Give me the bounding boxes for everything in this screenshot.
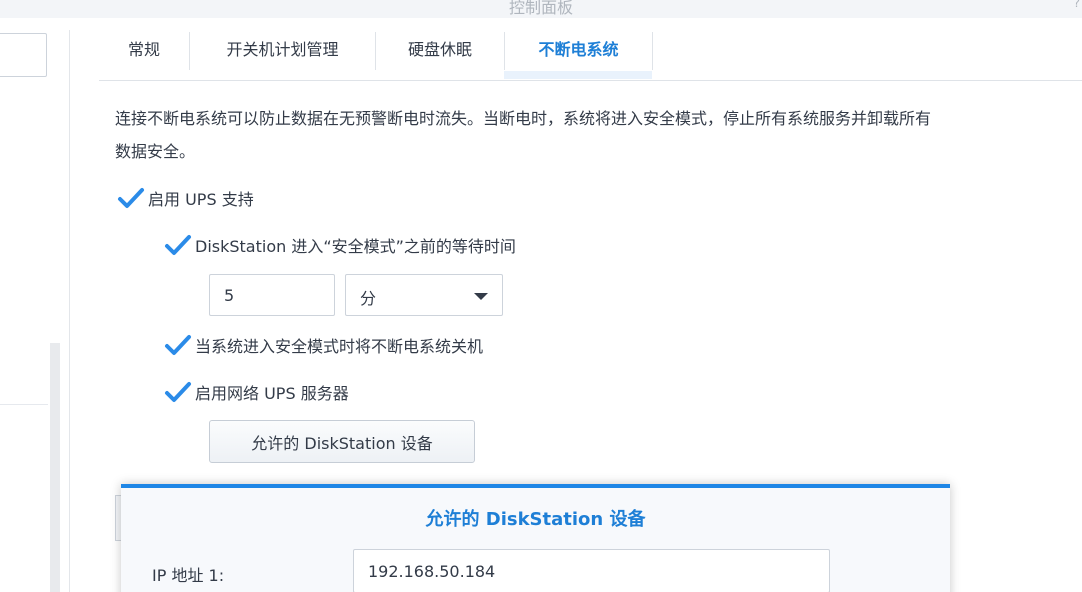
tab-separator (652, 32, 653, 70)
enable-ups-checkbox[interactable]: 启用 UPS 支持 (116, 185, 254, 211)
pane-divider (69, 30, 70, 592)
network-ups-server-checkbox[interactable]: 启用网络 UPS 服务器 (163, 379, 349, 405)
tab-general[interactable]: 常规 (99, 30, 189, 70)
wait-time-unit-select[interactable]: 分 (345, 274, 503, 316)
safe-mode-wait-label: DiskStation 进入“安全模式”之前的等待时间 (195, 237, 516, 256)
checkmark-icon (118, 188, 144, 208)
sidebar-divider (0, 404, 48, 405)
wait-time-unit-value: 分 (360, 289, 377, 308)
ip-address-input[interactable] (353, 549, 830, 592)
shutdown-ups-checkbox[interactable]: 当系统进入安全模式时将不断电系统关机 (163, 332, 483, 358)
checkmark-icon (165, 335, 191, 355)
allowed-devices-dialog: 允许的 DiskStation 设备 IP 地址 1: (121, 484, 950, 592)
active-tab-indicator (504, 71, 652, 79)
allowed-devices-button[interactable]: 允许的 DiskStation 设备 (209, 420, 475, 463)
checkmark-icon (165, 382, 191, 402)
window-title: 控制面板 (508, 0, 573, 17)
shutdown-ups-label: 当系统进入安全模式时将不断电系统关机 (195, 337, 484, 356)
ip-address-label: IP 地址 1: (152, 566, 225, 585)
checkmark-icon (165, 235, 191, 255)
tab-power-schedule[interactable]: 开关机计划管理 (190, 30, 375, 70)
sidebar-search-input[interactable] (0, 33, 47, 77)
wait-time-input[interactable] (209, 274, 335, 316)
tab-bar: 常规 开关机计划管理 硬盘休眠 不断电系统 (99, 30, 1082, 81)
control-panel-window: 控制面板 ? 常规 开关机计划管理 硬盘休眠 不断电系统 连接不断电系统可以防止… (0, 0, 1082, 592)
help-icon[interactable]: ? (1074, 0, 1080, 10)
safe-mode-wait-checkbox[interactable]: DiskStation 进入“安全模式”之前的等待时间 (163, 232, 516, 258)
network-ups-server-label: 启用网络 UPS 服务器 (195, 384, 349, 403)
enable-ups-label: 启用 UPS 支持 (148, 190, 254, 209)
tab-hdd-hibernation[interactable]: 硬盘休眠 (376, 30, 504, 70)
ups-description: 连接不断电系统可以防止数据在无预警断电时流失。当断电时，系统将进入安全模式，停止… (115, 102, 1082, 168)
chevron-down-icon (474, 293, 488, 300)
dialog-title: 允许的 DiskStation 设备 (425, 509, 646, 530)
ups-description-line: 连接不断电系统可以防止数据在无预警断电时流失。当断电时，系统将进入安全模式，停止… (115, 109, 932, 128)
window-titlebar[interactable]: 控制面板 ? (0, 0, 1082, 18)
sidebar-scrollbar[interactable] (50, 343, 60, 592)
tab-ups[interactable]: 不断电系统 (505, 30, 652, 70)
ups-description-line: 数据安全。 (115, 142, 196, 161)
